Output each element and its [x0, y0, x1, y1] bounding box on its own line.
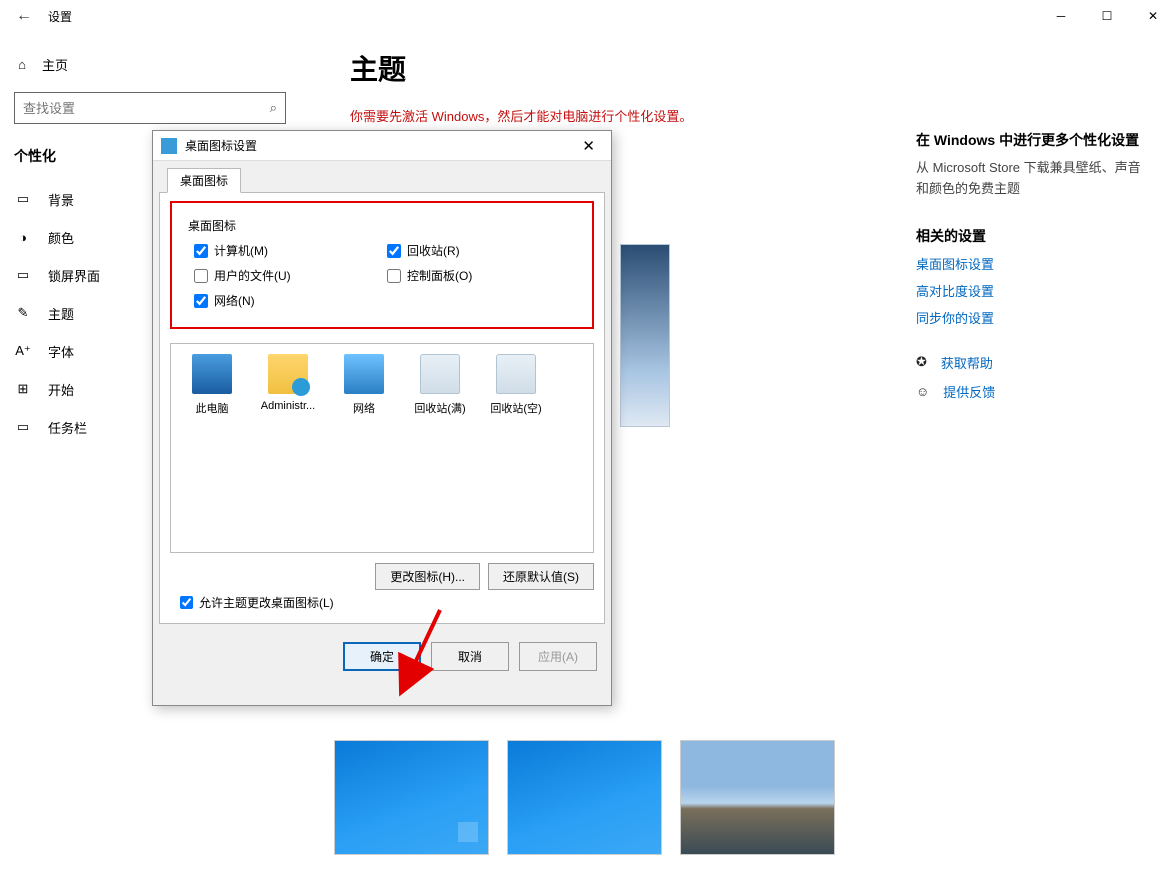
tab-desktop-icons[interactable]: 桌面图标 [167, 168, 241, 193]
icon-item-network[interactable]: 网络 [331, 354, 397, 416]
checkbox-recycle-bin[interactable]: 回收站(R) [387, 242, 570, 259]
image-icon: ▭ [14, 191, 32, 207]
network-icon [344, 354, 384, 394]
dialog-title: 桌面图标设置 [185, 137, 257, 154]
font-icon: A⁺ [14, 343, 32, 359]
home-icon: ⌂ [14, 57, 30, 72]
current-theme-preview [620, 244, 670, 427]
ok-button[interactable]: 确定 [343, 642, 421, 671]
icon-item-this-pc[interactable]: 此电脑 [179, 354, 245, 416]
icon-preview-list[interactable]: 此电脑 Administr... 网络 回收站(满) 回收站(空) [170, 343, 594, 553]
group-legend-label: 桌面图标 [184, 213, 580, 234]
theme-thumbnail-2[interactable] [507, 740, 662, 855]
checkbox-computer[interactable]: 计算机(M) [194, 242, 377, 259]
feedback-icon: ☺ [916, 384, 929, 399]
desktop-icons-group: 桌面图标 计算机(M) 回收站(R) 用户的文件(U) 控制面板(O) 网络(N… [172, 203, 592, 327]
icon-item-recycle-full[interactable]: 回收站(满) [407, 354, 473, 416]
feedback-link[interactable]: ☺ 提供反馈 [916, 382, 1146, 401]
sidebar-home[interactable]: ⌂ 主页 [0, 44, 300, 84]
page-title: 主题 [350, 48, 1156, 88]
allow-themes-checkbox[interactable] [180, 596, 193, 609]
recycle-full-icon [420, 354, 460, 394]
minimize-button[interactable]: ─ [1038, 0, 1084, 32]
sidebar-home-label: 主页 [42, 55, 68, 74]
pc-icon [192, 354, 232, 394]
start-icon: ⊞ [14, 381, 32, 397]
palette-icon: ◑ [14, 230, 32, 245]
icon-item-administrator[interactable]: Administr... [255, 354, 321, 412]
checkbox-control-panel[interactable]: 控制面板(O) [387, 267, 570, 284]
right-heading-more: 在 Windows 中进行更多个性化设置 [916, 130, 1146, 150]
change-icon-button[interactable]: 更改图标(H)... [375, 563, 480, 590]
theme-thumbnail-1[interactable] [334, 740, 489, 855]
recycle-empty-icon [496, 354, 536, 394]
theme-thumbnail-3[interactable] [680, 740, 835, 855]
lock-icon: ▭ [14, 267, 32, 283]
dialog-icon [161, 138, 177, 154]
icon-item-recycle-empty[interactable]: 回收站(空) [483, 354, 549, 416]
close-window-button[interactable]: ✕ [1130, 0, 1176, 32]
search-icon: ⌕ [270, 100, 277, 116]
link-sync-settings[interactable]: 同步你的设置 [916, 308, 1146, 327]
dialog-close-button[interactable]: ✕ [574, 137, 603, 155]
user-folder-icon [268, 354, 308, 394]
annotation-highlight: 桌面图标 计算机(M) 回收站(R) 用户的文件(U) 控制面板(O) 网络(N… [170, 201, 594, 329]
taskbar-icon: ▭ [14, 419, 32, 435]
cancel-button[interactable]: 取消 [431, 642, 509, 671]
activation-warning: 你需要先激活 Windows，然后才能对电脑进行个性化设置。 [350, 106, 1156, 125]
allow-themes-label: 允许主题更改桌面图标(L) [199, 594, 334, 611]
right-sub-text: 从 Microsoft Store 下载兼具壁纸、声音和颜色的免费主题 [916, 158, 1146, 200]
restore-default-button[interactable]: 还原默认值(S) [488, 563, 594, 590]
window-title: 设置 [48, 8, 72, 25]
theme-icon: ✎ [14, 305, 32, 321]
help-icon: ✪ [916, 354, 927, 370]
checkbox-network[interactable]: 网络(N) [194, 292, 377, 309]
checkbox-user-files[interactable]: 用户的文件(U) [194, 267, 377, 284]
help-link[interactable]: ✪ 获取帮助 [916, 353, 1146, 372]
maximize-button[interactable]: ☐ [1084, 0, 1130, 32]
back-button[interactable]: ← [0, 7, 48, 25]
link-desktop-icon-settings[interactable]: 桌面图标设置 [916, 254, 1146, 273]
desktop-icon-settings-dialog: 桌面图标设置 ✕ 桌面图标 桌面图标 计算机(M) 回收站(R) 用户的文件(U… [152, 130, 612, 706]
apply-button[interactable]: 应用(A) [519, 642, 597, 671]
link-high-contrast[interactable]: 高对比度设置 [916, 281, 1146, 300]
search-box[interactable]: ⌕ [14, 92, 286, 124]
right-heading-related: 相关的设置 [916, 226, 1146, 246]
search-input[interactable] [23, 101, 270, 116]
